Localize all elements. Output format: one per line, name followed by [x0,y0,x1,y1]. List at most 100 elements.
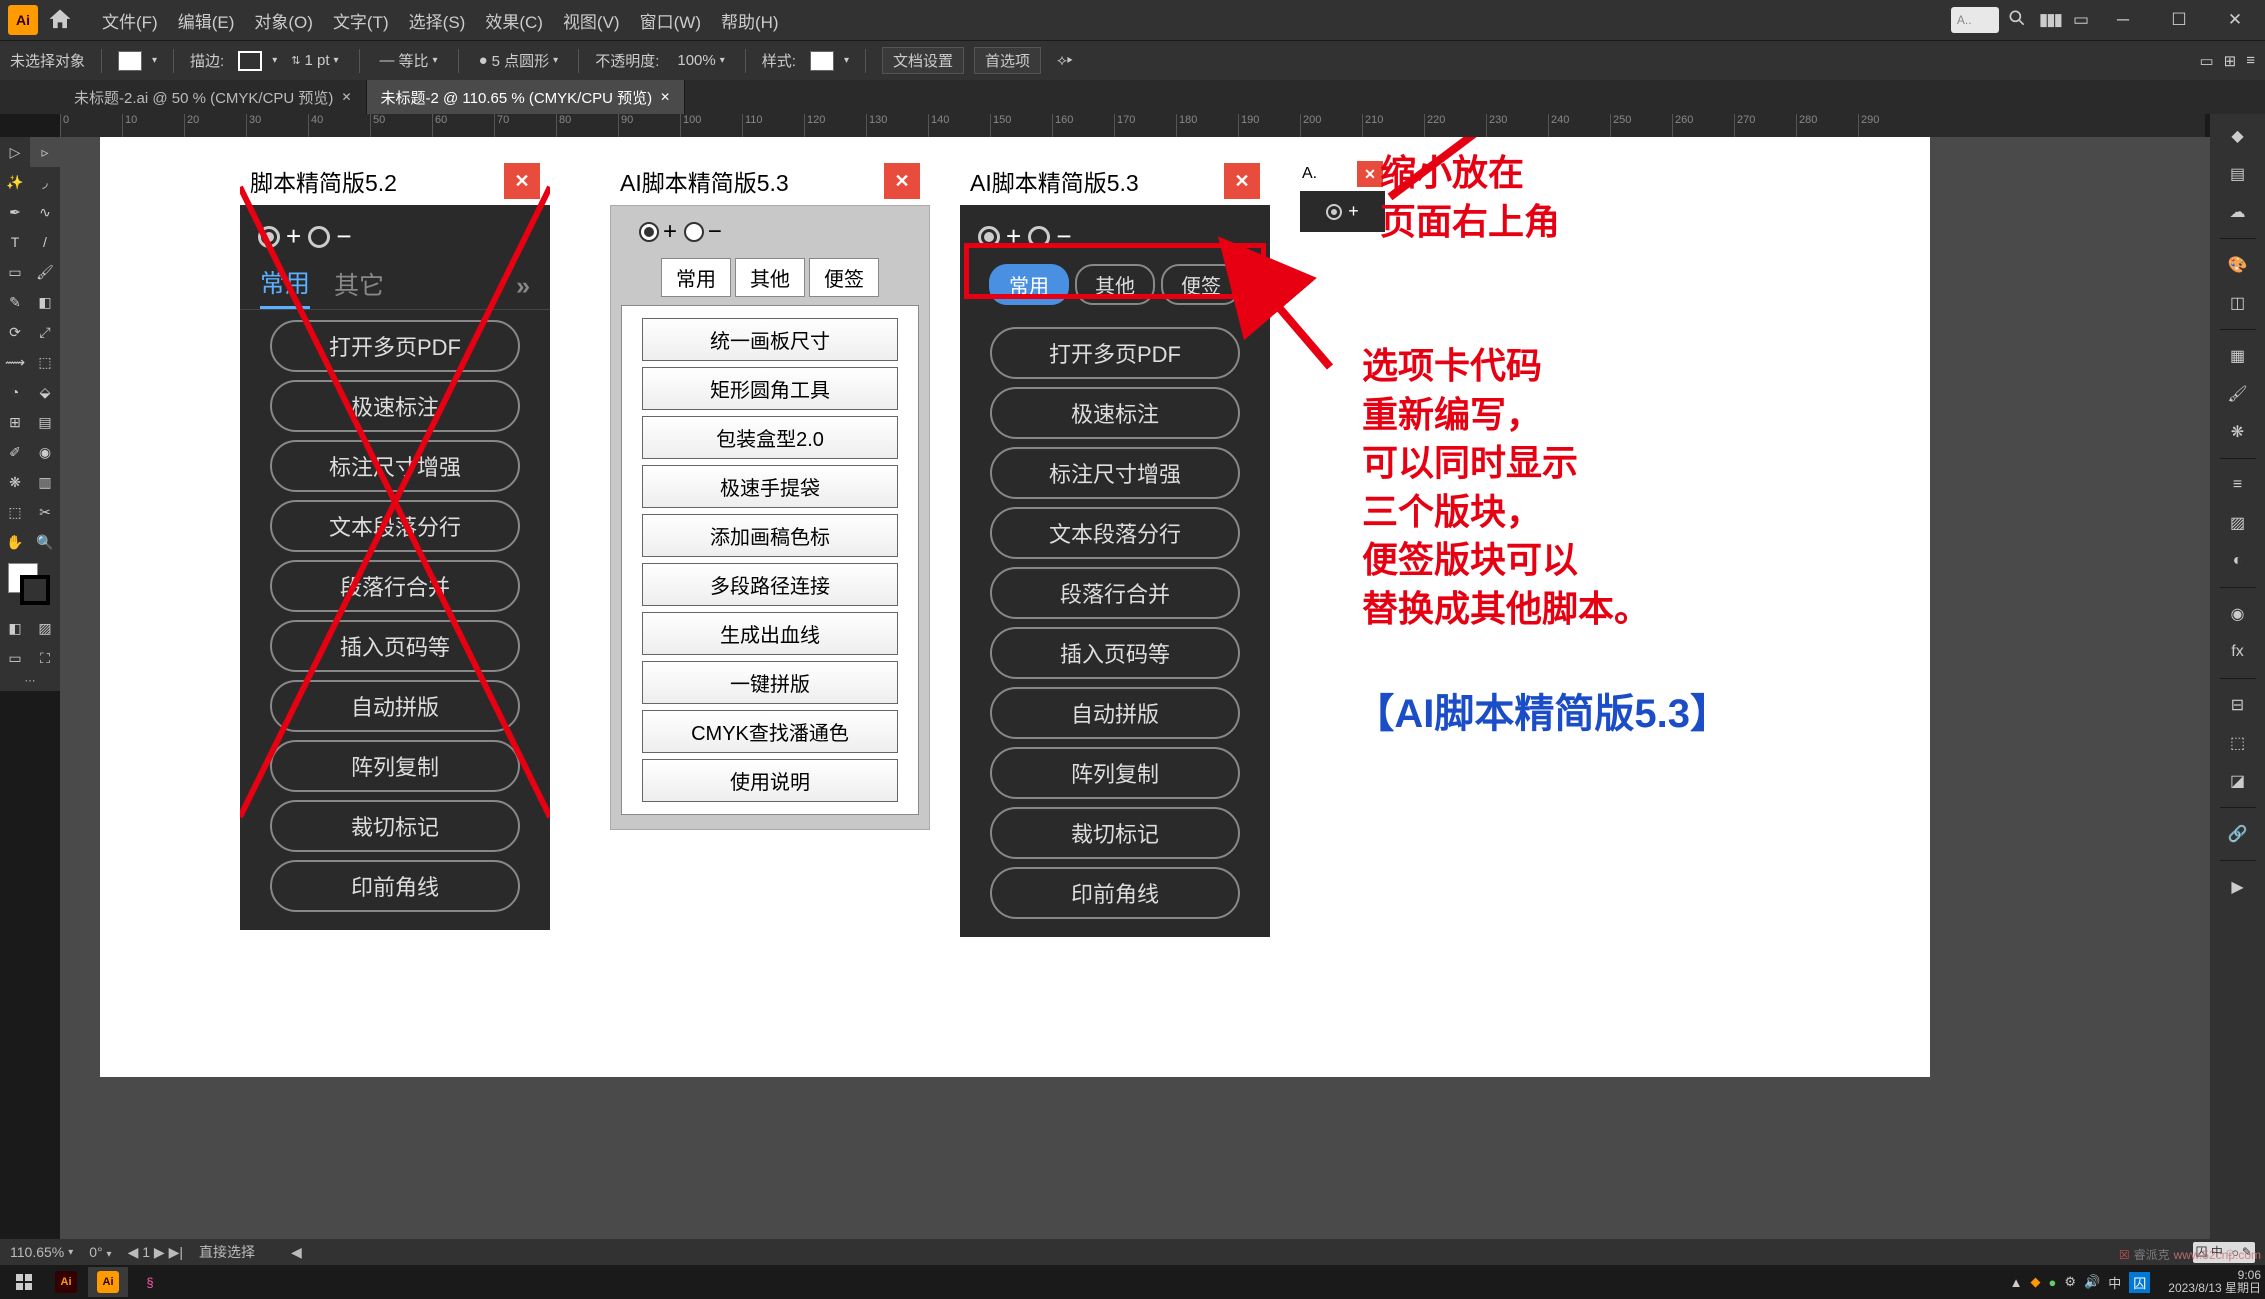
properties-panel-icon[interactable]: ◆ [2222,120,2254,152]
artboard-nav[interactable]: ◀ 1 ▶ ▶| [128,1244,183,1261]
close-window-button[interactable]: ✕ [2213,4,2257,36]
home-icon[interactable] [46,6,74,34]
menu-effect[interactable]: 效果(C) [485,8,543,33]
transform-panel-icon[interactable]: ⬚ [2222,727,2254,759]
fill-stroke-swatch[interactable] [8,563,52,607]
script-button[interactable]: 自动拼版 [270,680,520,732]
radio-option[interactable] [684,222,704,242]
eyedropper-tool[interactable]: ✐ [0,437,30,467]
symbols-panel-icon[interactable]: ❋ [2222,416,2254,448]
tab-common[interactable]: 常用 [661,258,731,297]
align-panel-icon[interactable]: ⊟ [2222,689,2254,721]
script-button[interactable]: 标注尺寸增强 [270,440,520,492]
rectangle-tool[interactable]: ▭ [0,257,30,287]
chevron-down-icon[interactable]: ▾ [272,55,277,66]
libraries-panel-icon[interactable]: ☁ [2222,196,2254,228]
arrange-icon[interactable]: ▮▮▮ [2039,10,2061,30]
blend-tool[interactable]: ◉ [30,437,60,467]
tab-other[interactable]: 其它 [334,266,384,308]
canvas-area[interactable]: 脚本精简版5.2 ✕ + − 常用 其它 » 打开多页PDF极速标注标注尺寸增强… [60,137,2210,1239]
preferences-button[interactable]: 首选项 [974,47,1041,74]
radio-option[interactable] [1326,204,1342,220]
menu-edit[interactable]: 编辑(E) [178,8,235,33]
panel-menu-icon[interactable]: ≡ [2246,52,2255,69]
script-button[interactable]: 打开多页PDF [270,320,520,372]
gradient-tool[interactable]: ▤ [30,407,60,437]
style-swatch[interactable] [810,51,834,71]
pin-icon[interactable]: ⟡▸ [1057,52,1073,69]
script-button[interactable]: 矩形圆角工具 [642,367,898,410]
menu-file[interactable]: 文件(F) [102,8,158,33]
system-clock[interactable]: 9:06 2023/8/13 星期日 [2168,1269,2261,1295]
graph-tool[interactable]: ▥ [30,467,60,497]
type-tool[interactable]: T [0,227,30,257]
top-search-field[interactable]: A.. [1951,7,1999,33]
document-tab[interactable]: 未标题-2.ai @ 50 % (CMYK/CPU 预览)✕ [60,80,367,114]
pathfinder-panel-icon[interactable]: ◪ [2222,765,2254,797]
start-button[interactable] [4,1267,44,1297]
tab-more-icon[interactable]: » [516,272,530,301]
script-button[interactable]: 裁切标记 [270,800,520,852]
direct-selection-tool[interactable]: ▹ [30,137,60,167]
script-button[interactable]: 多段路径连接 [642,563,898,606]
edit-toolbar-icon[interactable]: ⋯ [20,674,40,690]
curvature-tool[interactable]: ∿ [30,197,60,227]
stroke-weight-field[interactable]: ⇅1 pt▾ [287,50,342,71]
tray-ime-icon[interactable]: 中 [2108,1273,2121,1292]
screen-mode-icon[interactable]: ⛶ [30,643,60,673]
menu-window[interactable]: 窗口(W) [640,8,701,33]
script-button[interactable]: 插入页码等 [990,627,1240,679]
artboard-tool[interactable]: ⬚ [0,497,30,527]
script-button[interactable]: 使用说明 [642,759,898,802]
script-button[interactable]: 印前角线 [990,867,1240,919]
script-button[interactable]: 极速标注 [270,380,520,432]
search-icon[interactable] [2007,8,2027,33]
fill-swatch[interactable] [118,51,142,71]
radio-option[interactable] [308,226,330,248]
selection-tool[interactable]: ▷ [0,137,30,167]
radio-option[interactable] [258,226,280,248]
script-button[interactable]: 极速手提袋 [642,465,898,508]
shape-builder-tool[interactable]: ◔ [0,377,30,407]
script-button[interactable]: CMYK查找潘通色 [642,710,898,753]
script-button[interactable]: 生成出血线 [642,612,898,655]
menu-type[interactable]: 文字(T) [333,8,389,33]
tray-icon[interactable]: ● [2049,1275,2057,1290]
brushes-panel-icon[interactable]: 🖌 [2222,378,2254,410]
tab-other[interactable]: 其他 [735,258,805,297]
magic-wand-tool[interactable]: ✨ [0,167,30,197]
mesh-tool[interactable]: ⊞ [0,407,30,437]
tray-keyboard-icon[interactable]: 囚 [2129,1272,2150,1293]
opacity-field[interactable]: 100% ▾ [673,50,728,71]
width-tool[interactable]: ⟿ [0,347,30,377]
script-button[interactable]: 插入页码等 [270,620,520,672]
free-transform-tool[interactable]: ⬚ [30,347,60,377]
radio-option[interactable] [639,222,659,242]
gradient-panel-icon[interactable]: ▨ [2222,507,2254,539]
script-button[interactable]: 文本段落分行 [990,507,1240,559]
zoom-tool[interactable]: 🔍 [30,527,60,557]
transparency-panel-icon[interactable]: ◐ [2222,545,2254,577]
slice-tool[interactable]: ✂ [30,497,60,527]
minimize-button[interactable]: ─ [2101,4,2145,36]
script-button[interactable]: 阵列复制 [270,740,520,792]
graphic-styles-icon[interactable]: fx [2222,636,2254,668]
gradient-mode-icon[interactable]: ▨ [30,613,60,643]
script-button[interactable]: 段落行合并 [990,567,1240,619]
tab-notes[interactable]: 便签 [809,258,879,297]
perspective-tool[interactable]: ⬙ [30,377,60,407]
menu-view[interactable]: 视图(V) [563,8,620,33]
paintbrush-tool[interactable]: 🖌 [30,257,60,287]
rotate-tool[interactable]: ⟳ [0,317,30,347]
script-button[interactable]: 添加画稿色标 [642,514,898,557]
tray-icon[interactable]: ⚙ [2064,1274,2076,1290]
uniform-dropdown[interactable]: — 等比 ▾ [376,48,442,73]
scale-tool[interactable]: ⤢ [30,317,60,347]
tab-common[interactable]: 常用 [260,264,310,309]
script-button[interactable]: 段落行合并 [270,560,520,612]
line-tool[interactable]: / [30,227,60,257]
stroke-swatch[interactable] [238,51,262,71]
hand-tool[interactable]: ✋ [0,527,30,557]
close-icon[interactable]: ✕ [660,90,670,104]
symbol-sprayer-tool[interactable]: ❋ [0,467,30,497]
